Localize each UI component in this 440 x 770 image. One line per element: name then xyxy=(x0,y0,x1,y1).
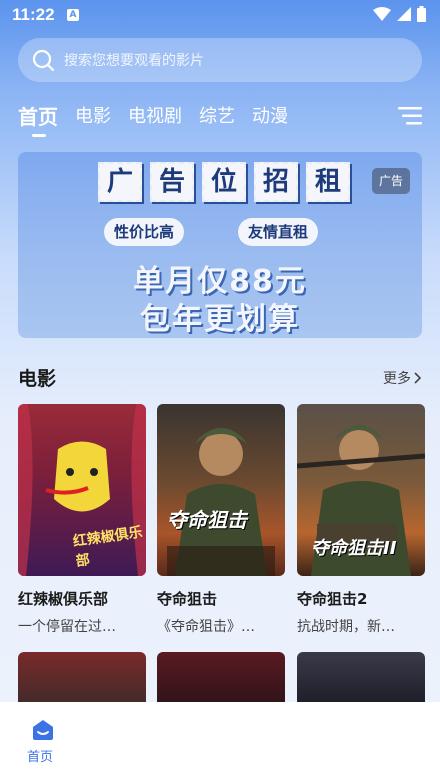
chevron-right-icon xyxy=(414,372,422,384)
wifi-icon xyxy=(373,7,391,21)
more-label: 更多 xyxy=(383,371,411,387)
signal-icon xyxy=(397,7,411,21)
category-tabs: 首页 电影 电视剧 综艺 动漫 xyxy=(18,104,422,140)
battery-icon xyxy=(417,6,426,22)
banner-title-char: 招 xyxy=(254,162,298,202)
search-placeholder: 搜索您想要观看的影片 xyxy=(64,53,204,69)
movie-poster[interactable]: 夺命狙击 xyxy=(157,404,285,576)
poster-title-text: 夺命狙击 xyxy=(167,508,247,532)
nav-home-label: 首页 xyxy=(27,750,54,765)
movie-title[interactable]: 夺命狙击2 xyxy=(297,588,367,609)
movie-description: 抗战时期，新… xyxy=(297,619,395,635)
tab-variety[interactable]: 综艺 xyxy=(199,104,235,130)
movie-card[interactable]: 红辣椒俱乐部 红辣椒俱乐部 一个停留在过… xyxy=(18,404,146,635)
status-time: 11:22 xyxy=(12,5,55,24)
poster-title-text: 夺命狙击II xyxy=(311,538,397,559)
tab-tv-series[interactable]: 电视剧 xyxy=(128,104,182,130)
notification-app-icon: A xyxy=(67,9,79,21)
movies-section-header: 电影 更多 xyxy=(18,364,422,390)
banner-line-2: 包年更划算 xyxy=(140,302,300,337)
movie-poster[interactable]: 夺命狙击II xyxy=(297,404,425,576)
banner-tag-left: 性价比高 xyxy=(104,218,185,246)
bottom-nav: 首页 xyxy=(0,702,440,770)
tab-home[interactable]: 首页 xyxy=(18,104,58,137)
movie-card[interactable]: 夺命狙击II 夺命狙击2 抗战时期，新… xyxy=(297,404,425,635)
banner-title-char: 位 xyxy=(202,162,246,202)
home-icon xyxy=(33,720,53,740)
section-title: 电影 xyxy=(18,368,57,390)
banner-tag-right: 友情直租 xyxy=(238,218,319,246)
search-icon xyxy=(32,49,54,71)
banner-title-char: 广 xyxy=(98,162,142,202)
movie-description: 一个停留在过… xyxy=(18,619,116,635)
status-bar: 11:22 A xyxy=(0,0,440,30)
tab-anime[interactable]: 动漫 xyxy=(252,104,288,130)
movie-description: 《夺命狙击》… xyxy=(157,619,255,635)
banner-title-char: 告 xyxy=(150,162,194,202)
nav-home[interactable]: 首页 xyxy=(18,710,68,766)
status-icons xyxy=(373,6,426,22)
banner-title-char: 租 xyxy=(306,162,350,202)
tab-movies[interactable]: 电影 xyxy=(75,104,111,130)
banner-title: 广 告 位 招 租 xyxy=(98,162,350,202)
movie-card[interactable]: 夺命狙击 夺命狙击 《夺命狙击》… xyxy=(157,404,285,635)
movie-title[interactable]: 红辣椒俱乐部 xyxy=(18,588,108,609)
poster-art xyxy=(167,428,275,576)
menu-icon[interactable] xyxy=(398,106,422,126)
more-link[interactable]: 更多 xyxy=(383,368,422,388)
ad-banner[interactable]: 广 告 位 招 租 性价比高 友情直租 单月仅88元 包年更划算 广告 xyxy=(18,152,422,338)
ad-badge: 广告 xyxy=(371,168,410,194)
search-bar[interactable]: 搜索您想要观看的影片 xyxy=(18,38,422,82)
movie-title[interactable]: 夺命狙击 xyxy=(157,588,217,609)
movie-poster[interactable]: 红辣椒俱乐部 xyxy=(18,404,146,576)
